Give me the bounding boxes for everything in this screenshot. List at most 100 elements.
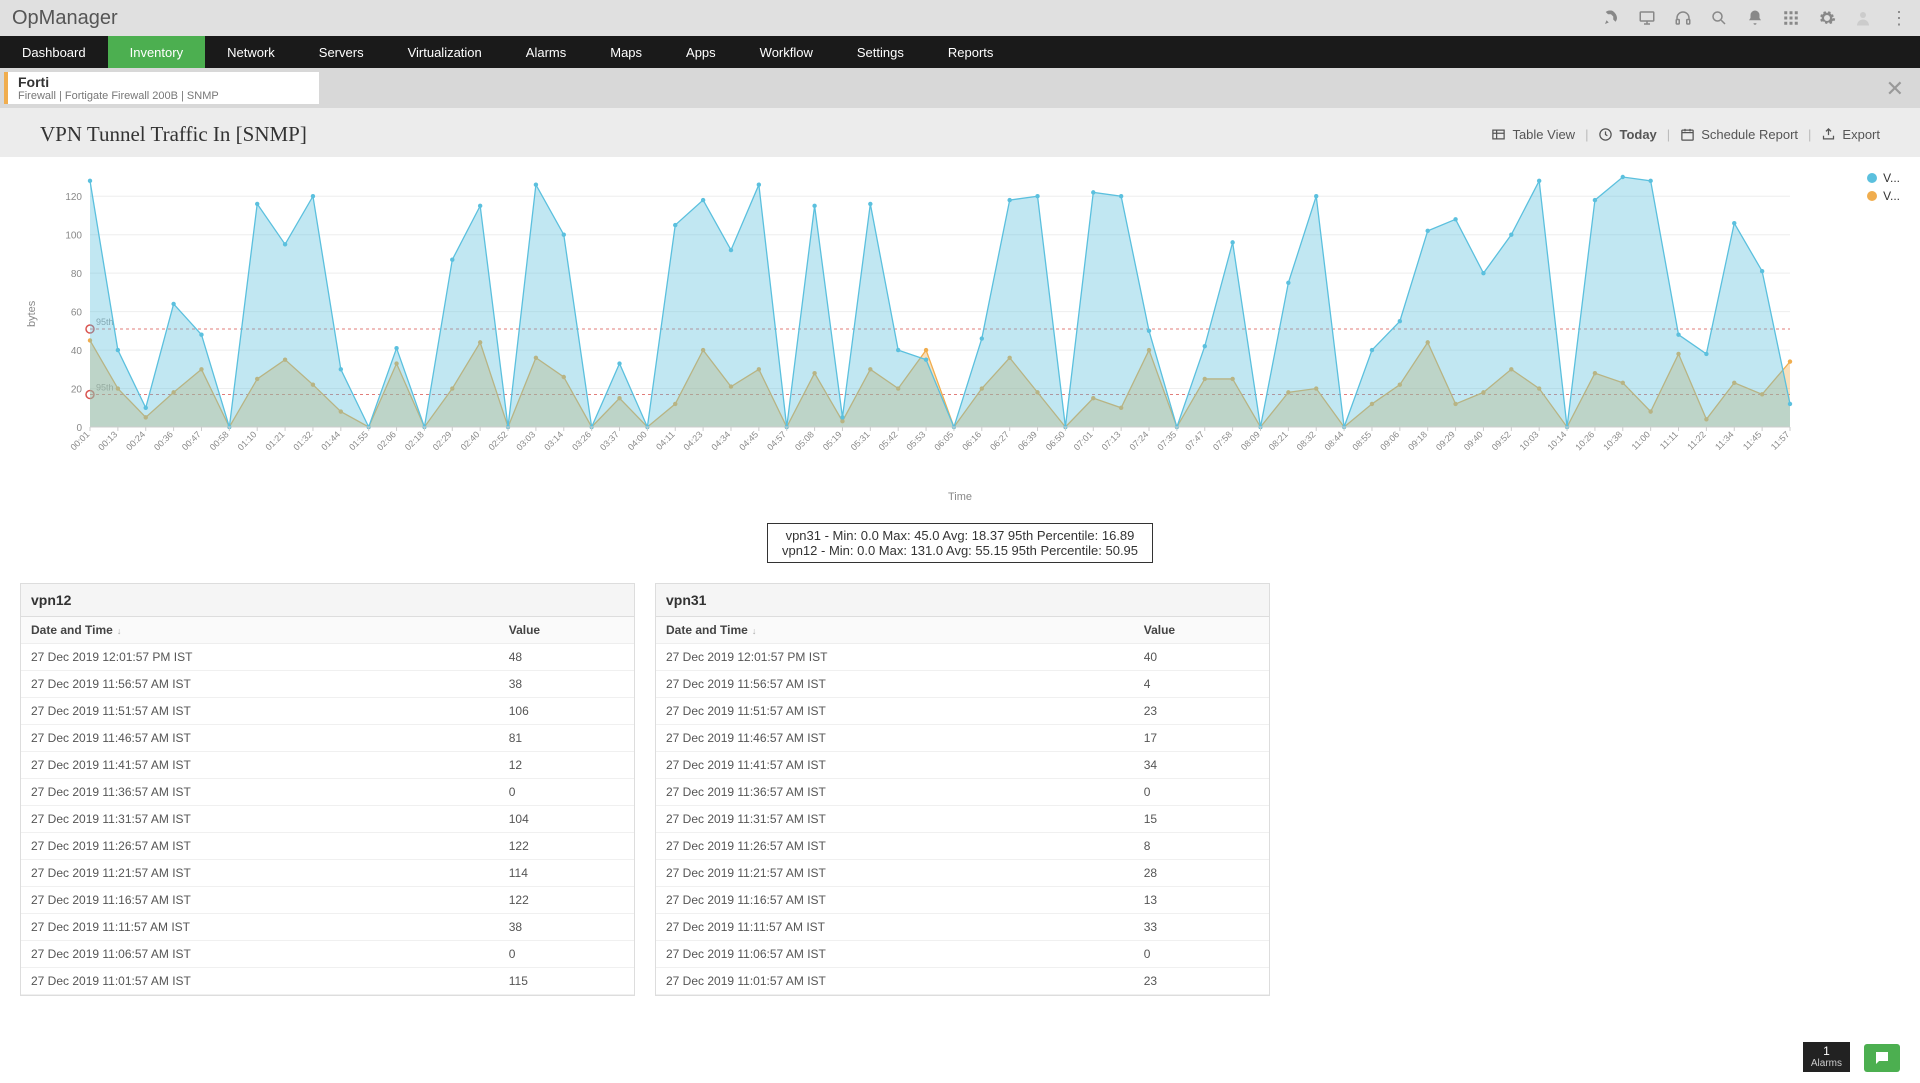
col-value[interactable]: Value	[1134, 617, 1269, 644]
svg-text:04:34: 04:34	[709, 429, 732, 452]
svg-text:10:14: 10:14	[1545, 429, 1568, 452]
table-row[interactable]: 27 Dec 2019 11:11:57 AM IST38	[21, 914, 634, 941]
nav-tab-reports[interactable]: Reports	[926, 36, 1016, 68]
svg-text:09:06: 09:06	[1378, 429, 1401, 452]
nav-tab-dashboard[interactable]: Dashboard	[0, 36, 108, 68]
col-value[interactable]: Value	[499, 617, 634, 644]
table-row[interactable]: 27 Dec 2019 11:36:57 AM IST0	[21, 779, 634, 806]
table-row[interactable]: 27 Dec 2019 11:51:57 AM IST106	[21, 698, 634, 725]
svg-text:09:52: 09:52	[1490, 429, 1513, 452]
alarms-badge[interactable]: 1 Alarms	[1803, 1042, 1850, 1072]
cell-value: 0	[499, 779, 634, 806]
svg-text:09:18: 09:18	[1406, 429, 1429, 452]
schedule-report-button[interactable]: Schedule Report	[1680, 127, 1798, 142]
bell-icon[interactable]	[1746, 9, 1764, 27]
cell-datetime: 27 Dec 2019 11:21:57 AM IST	[656, 860, 1134, 887]
table-row[interactable]: 27 Dec 2019 12:01:57 PM IST40	[656, 644, 1269, 671]
table-row[interactable]: 27 Dec 2019 11:11:57 AM IST33	[656, 914, 1269, 941]
cell-datetime: 27 Dec 2019 11:11:57 AM IST	[21, 914, 499, 941]
title-bar: OpManager ⋮	[0, 0, 1920, 36]
table-row[interactable]: 27 Dec 2019 11:56:57 AM IST4	[656, 671, 1269, 698]
table-row[interactable]: 27 Dec 2019 11:21:57 AM IST114	[21, 860, 634, 887]
y-axis-label: bytes	[26, 301, 38, 327]
table-icon	[1491, 127, 1506, 142]
nav-tab-apps[interactable]: Apps	[664, 36, 738, 68]
svg-text:08:44: 08:44	[1323, 429, 1346, 452]
table-row[interactable]: 27 Dec 2019 11:06:57 AM IST0	[21, 941, 634, 968]
table-row[interactable]: 27 Dec 2019 11:26:57 AM IST122	[21, 833, 634, 860]
table-row[interactable]: 27 Dec 2019 11:31:57 AM IST104	[21, 806, 634, 833]
user-icon[interactable]	[1854, 9, 1872, 27]
cell-datetime: 27 Dec 2019 11:26:57 AM IST	[656, 833, 1134, 860]
table-row[interactable]: 27 Dec 2019 11:41:57 AM IST34	[656, 752, 1269, 779]
nav-tab-settings[interactable]: Settings	[835, 36, 926, 68]
table-row[interactable]: 27 Dec 2019 11:16:57 AM IST13	[656, 887, 1269, 914]
table-row[interactable]: 27 Dec 2019 11:31:57 AM IST15	[656, 806, 1269, 833]
svg-text:06:05: 06:05	[932, 429, 955, 452]
breadcrumb-card[interactable]: Forti Firewall | Fortigate Firewall 200B…	[4, 72, 319, 104]
sort-icon: ↓	[752, 626, 757, 636]
nav-tab-workflow[interactable]: Workflow	[738, 36, 835, 68]
table-row[interactable]: 27 Dec 2019 11:41:57 AM IST12	[21, 752, 634, 779]
table-title: vpn12	[21, 584, 634, 617]
headset-icon[interactable]	[1674, 9, 1692, 27]
nav-tab-servers[interactable]: Servers	[297, 36, 386, 68]
chat-button[interactable]	[1864, 1044, 1900, 1072]
table-row[interactable]: 27 Dec 2019 11:01:57 AM IST23	[656, 968, 1269, 995]
legend-text: V...	[1883, 189, 1900, 203]
nav-tab-alarms[interactable]: Alarms	[504, 36, 588, 68]
export-label: Export	[1842, 127, 1880, 142]
col-datetime[interactable]: Date and Time↓	[21, 617, 499, 644]
table-row[interactable]: 27 Dec 2019 12:01:57 PM IST48	[21, 644, 634, 671]
legend-item-vpn12[interactable]: V...	[1867, 171, 1900, 185]
svg-text:05:08: 05:08	[793, 429, 816, 452]
col-datetime[interactable]: Date and Time↓	[656, 617, 1134, 644]
cell-datetime: 27 Dec 2019 11:01:57 AM IST	[21, 968, 499, 995]
nav-tab-inventory[interactable]: Inventory	[108, 36, 205, 68]
table-row[interactable]: 27 Dec 2019 11:26:57 AM IST8	[656, 833, 1269, 860]
stats-line: vpn12 - Min: 0.0 Max: 131.0 Avg: 55.15 9…	[782, 543, 1138, 558]
traffic-chart[interactable]: 02040608010012095th95th00:0100:1300:2400…	[20, 167, 1880, 487]
search-icon[interactable]	[1710, 9, 1728, 27]
svg-text:01:44: 01:44	[319, 429, 342, 452]
kebab-icon[interactable]: ⋮	[1890, 9, 1908, 27]
cell-datetime: 27 Dec 2019 11:56:57 AM IST	[656, 671, 1134, 698]
table-row[interactable]: 27 Dec 2019 11:06:57 AM IST0	[656, 941, 1269, 968]
svg-text:01:32: 01:32	[291, 429, 314, 452]
table-row[interactable]: 27 Dec 2019 11:21:57 AM IST28	[656, 860, 1269, 887]
svg-text:11:11: 11:11	[1658, 429, 1680, 451]
nav-tab-maps[interactable]: Maps	[588, 36, 664, 68]
svg-text:04:23: 04:23	[682, 429, 705, 452]
svg-text:08:55: 08:55	[1350, 429, 1373, 452]
export-button[interactable]: Export	[1821, 127, 1880, 142]
svg-text:00:24: 00:24	[124, 429, 147, 452]
nav-tab-network[interactable]: Network	[205, 36, 297, 68]
svg-text:11:45: 11:45	[1741, 429, 1764, 452]
table-view-button[interactable]: Table View	[1491, 127, 1575, 142]
device-name: Forti	[18, 74, 219, 90]
table-row[interactable]: 27 Dec 2019 11:16:57 AM IST122	[21, 887, 634, 914]
main-content: bytes 02040608010012095th95th00:0100:130…	[0, 157, 1920, 1083]
svg-text:07:58: 07:58	[1211, 429, 1234, 452]
cell-datetime: 27 Dec 2019 11:01:57 AM IST	[656, 968, 1134, 995]
svg-text:80: 80	[71, 269, 83, 280]
table-row[interactable]: 27 Dec 2019 11:51:57 AM IST23	[656, 698, 1269, 725]
svg-text:03:14: 03:14	[542, 429, 565, 452]
date-range-button[interactable]: Today	[1598, 127, 1656, 142]
rocket-icon[interactable]	[1602, 9, 1620, 27]
table-row[interactable]: 27 Dec 2019 11:46:57 AM IST17	[656, 725, 1269, 752]
cell-value: 23	[1134, 968, 1269, 995]
nav-tab-virtualization[interactable]: Virtualization	[386, 36, 504, 68]
cell-value: 0	[499, 941, 634, 968]
monitor-icon[interactable]	[1638, 9, 1656, 27]
table-row[interactable]: 27 Dec 2019 11:46:57 AM IST81	[21, 725, 634, 752]
svg-text:10:38: 10:38	[1601, 429, 1624, 452]
close-icon[interactable]: ✕	[1886, 76, 1904, 102]
table-row[interactable]: 27 Dec 2019 11:56:57 AM IST38	[21, 671, 634, 698]
legend-item-vpn31[interactable]: V...	[1867, 189, 1900, 203]
gear-icon[interactable]	[1818, 9, 1836, 27]
table-row[interactable]: 27 Dec 2019 11:36:57 AM IST0	[656, 779, 1269, 806]
apps-icon[interactable]	[1782, 9, 1800, 27]
chart-legend: V... V...	[1867, 171, 1900, 207]
table-row[interactable]: 27 Dec 2019 11:01:57 AM IST115	[21, 968, 634, 995]
